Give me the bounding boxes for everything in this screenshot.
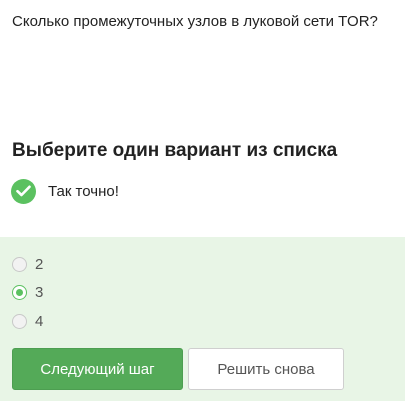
retry-button[interactable]: Решить снова: [188, 348, 344, 390]
radio-button-selected[interactable]: [12, 284, 27, 300]
option-label: 2: [35, 255, 44, 273]
feedback-text: Так точно!: [48, 182, 119, 200]
option-2[interactable]: 2: [12, 254, 43, 274]
next-step-button[interactable]: Следующий шаг: [12, 348, 183, 390]
quiz-page: Сколько промежуточных узлов в луковой се…: [0, 0, 405, 401]
feedback-message: Так точно!: [11, 178, 119, 204]
instruction-heading: Выберите один вариант из списка: [12, 140, 338, 161]
radio-button[interactable]: [12, 256, 27, 272]
option-3[interactable]: 3: [12, 282, 43, 302]
check-icon: [11, 178, 36, 204]
option-4[interactable]: 4: [12, 311, 43, 331]
question-text: Сколько промежуточных узлов в луковой се…: [12, 13, 378, 30]
option-label: 4: [35, 312, 44, 330]
radio-button[interactable]: [12, 313, 27, 329]
option-label: 3: [35, 283, 44, 301]
